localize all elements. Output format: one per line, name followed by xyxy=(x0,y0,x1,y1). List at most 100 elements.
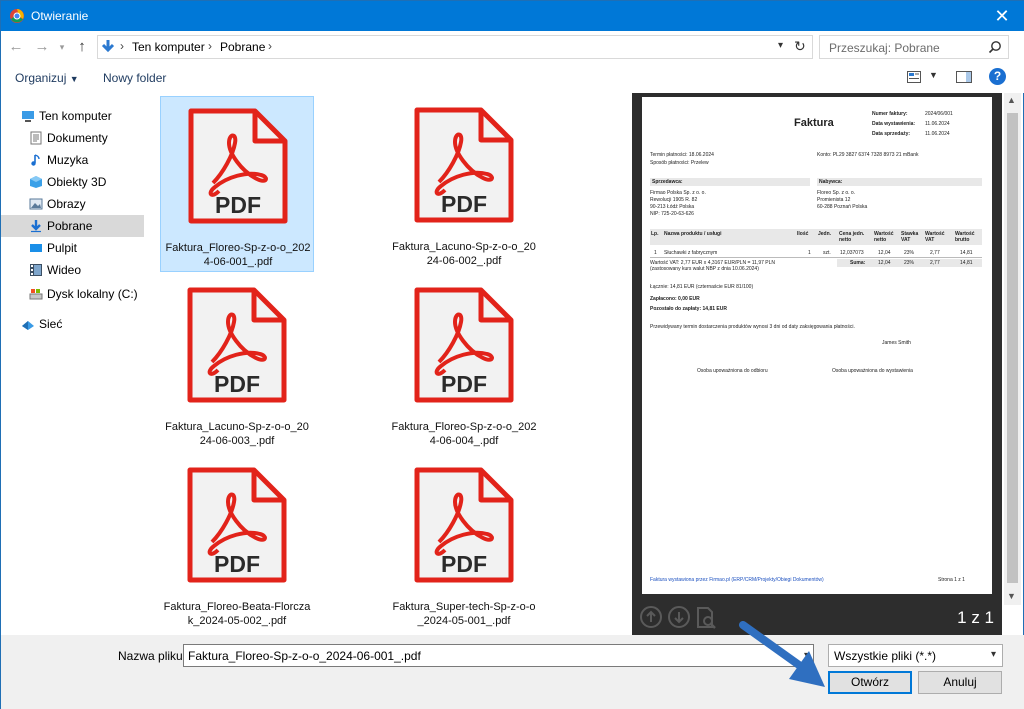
filename-field[interactable]: Faktura_Floreo-Sp-z-o-o_2024-06-001_.pdf… xyxy=(183,644,814,667)
search-box[interactable]: Przeszukaj: Pobrane xyxy=(819,35,1009,59)
sidebar-item-dokumenty[interactable]: Dokumenty xyxy=(1,127,144,149)
table-header: Lp. xyxy=(651,231,659,237)
scroll-down-icon[interactable]: ▼ xyxy=(1007,591,1016,601)
help-icon[interactable]: ? xyxy=(989,68,1006,85)
sidebar-item-wideo[interactable]: Wideo xyxy=(1,259,144,281)
signature-left-caption: Osoba upoważniona do odbioru xyxy=(697,368,768,374)
previous-page-icon[interactable] xyxy=(640,606,662,628)
documents-icon xyxy=(29,131,43,145)
pdf-label: PDF xyxy=(215,192,261,218)
file-tile[interactable]: PDF Faktura_Lacuno-Sp-z-o-o_20 24-06-002… xyxy=(387,96,541,272)
open-button[interactable]: Otwórz xyxy=(828,671,912,694)
breadcrumb-separator: › xyxy=(120,39,124,53)
address-bar[interactable]: › Ten komputer › Pobrane › ▾ ↻ xyxy=(97,35,813,59)
download-location-icon xyxy=(101,39,115,55)
annotation-arrow-icon xyxy=(739,621,829,691)
drive-icon xyxy=(29,287,43,301)
sidebar-item-label: Pobrane xyxy=(47,219,93,233)
sidebar-item-obrazy[interactable]: Obrazy xyxy=(1,193,144,215)
filetype-value: Wszystkie pliki (*.*) xyxy=(834,649,937,663)
sum-value: 14,81 xyxy=(960,260,973,266)
file-tile[interactable]: PDF Faktura_Floreo-Sp-z-o-o_202 4-06-004… xyxy=(387,276,541,452)
music-icon xyxy=(29,153,43,167)
recent-locations-chevron-icon[interactable]: ▾ xyxy=(53,37,71,57)
file-tile[interactable]: PDF Faktura_Lacuno-Sp-z-o-o_20 24-06-003… xyxy=(160,276,314,452)
sidebar-item-pobrane[interactable]: Pobrane xyxy=(1,215,144,237)
sidebar-item-ten-komputer[interactable]: Ten komputer xyxy=(1,105,144,127)
next-page-icon[interactable] xyxy=(668,606,690,628)
table-cell: 1 xyxy=(654,250,657,256)
navigation-bar: ← → ▾ ↑ › Ten komputer › Pobrane › ▾ ↻ P… xyxy=(1,31,1024,63)
sidebar-item-label: Sieć xyxy=(39,317,63,331)
dialog-footer: Nazwa pliku: Faktura_Floreo-Sp-z-o-o_202… xyxy=(1,635,1024,709)
sidebar-item-label: Wideo xyxy=(47,263,82,277)
address-dropdown-icon[interactable]: ▾ xyxy=(778,40,783,51)
invoice-title: Faktura xyxy=(794,117,834,129)
refresh-icon[interactable]: ↻ xyxy=(794,38,806,55)
seller-line: 90-213 Łódź Polska xyxy=(650,204,695,210)
seller-header: Sprzedawca: xyxy=(652,179,683,185)
find-in-page-icon[interactable] xyxy=(696,606,718,633)
search-input[interactable]: Przeszukaj: Pobrane xyxy=(829,41,940,55)
preview-scrollbar[interactable]: ▲ ▼ xyxy=(1004,93,1021,605)
signature-right-caption: Osoba upoważniona do wystawienia xyxy=(832,368,913,374)
table-header: Ilość xyxy=(797,231,809,237)
browser-app-icon xyxy=(9,8,25,24)
file-tile[interactable]: PDF Faktura_Super-tech-Sp-z-o-o _2024-05… xyxy=(387,456,541,632)
close-icon[interactable]: ✕ xyxy=(987,5,1017,27)
sidebar-item-obiekty-3d[interactable]: Obiekty 3D xyxy=(1,171,144,193)
up-arrow-icon[interactable]: ↑ xyxy=(73,37,91,57)
file-tile[interactable]: PDF Faktura_Floreo-Sp-z-o-o_202 4-06-001… xyxy=(160,96,314,272)
file-name: Faktura_Lacuno-Sp-z-o-o_20 24-06-003_.pd… xyxy=(165,421,309,447)
desktop-icon xyxy=(29,241,43,255)
command-toolbar: Organizuj ▼ Nowy folder ▼ ? xyxy=(1,63,1024,93)
sidebar-item-dysk-lokalny[interactable]: Dysk lokalny (C:) xyxy=(1,283,144,305)
buyer-line: Floreo Sp. z o. o. xyxy=(817,190,856,196)
search-icon[interactable] xyxy=(988,40,1002,57)
table-cell: Słuchawki z fabrycznym xyxy=(664,250,718,256)
forward-arrow-icon[interactable]: → xyxy=(33,37,51,57)
sidebar-item-siec[interactable]: Sieć xyxy=(1,313,144,335)
change-view-icon[interactable] xyxy=(907,71,921,86)
new-folder-button[interactable]: Nowy folder xyxy=(103,71,166,85)
table-header: Wartość VAT xyxy=(925,231,945,243)
table-header: Jedn. xyxy=(818,231,832,237)
invoice-meta-value: 2024/06/001 xyxy=(925,111,953,117)
cancel-button[interactable]: Anuluj xyxy=(918,671,1002,694)
pdf-file-icon: PDF xyxy=(182,464,290,588)
invoice-meta-label: Numer faktury: xyxy=(872,111,908,117)
sidebar-item-label: Dysk lokalny (C:) xyxy=(47,287,138,301)
sidebar-item-label: Pulpit xyxy=(47,241,78,255)
sum-value: 12,04 xyxy=(878,260,891,266)
invoice-footer-link: Faktura wystawiona przez Firmao.pl (ERP/… xyxy=(650,577,824,583)
invoice-meta-label: Data wystawienia: xyxy=(872,121,916,127)
filename-label: Nazwa pliku: xyxy=(118,649,187,663)
organize-label: Organizuj xyxy=(15,71,67,85)
3d-objects-icon xyxy=(29,175,43,189)
breadcrumb-separator: › xyxy=(208,39,212,53)
sidebar-item-muzyka[interactable]: Muzyka xyxy=(1,149,144,171)
filetype-select[interactable]: Wszystkie pliki (*.*) ▾ xyxy=(828,644,1003,667)
invoice-meta-value: 11.06.2024 xyxy=(925,121,950,127)
bank-account: Konto: PL29 3827 6374 7328 8973 21 mBank xyxy=(817,152,919,158)
pdf-label: PDF xyxy=(441,191,487,217)
pdf-file-icon: PDF xyxy=(409,104,517,228)
buyer-line: 60-288 Poznań Polska xyxy=(817,204,868,210)
table-header: Wartość netto xyxy=(874,231,894,243)
breadcrumb-pobrane[interactable]: Pobrane xyxy=(220,40,265,54)
view-options-chevron-icon[interactable]: ▼ xyxy=(929,70,938,80)
organize-menu[interactable]: Organizuj ▼ xyxy=(15,71,79,85)
scrollbar-thumb[interactable] xyxy=(1007,113,1018,583)
buyer-line: Promienista 12 xyxy=(817,197,851,203)
back-arrow-icon[interactable]: ← xyxy=(7,37,25,57)
preview-pane-icon[interactable] xyxy=(956,71,972,86)
file-tile[interactable]: PDF Faktura_Floreo-Beata-Florcza k_2024-… xyxy=(160,456,314,632)
sidebar-item-pulpit[interactable]: Pulpit xyxy=(1,237,144,259)
table-cell: szt. xyxy=(823,250,831,256)
pdf-file-icon: PDF xyxy=(409,284,517,408)
payment-method: Sposób płatności: Przelew xyxy=(650,160,709,166)
scroll-up-icon[interactable]: ▲ xyxy=(1007,95,1016,105)
breadcrumb-ten-komputer[interactable]: Ten komputer xyxy=(132,40,205,54)
invoice-meta-label: Data sprzedaży: xyxy=(872,131,911,137)
pdf-file-icon: PDF xyxy=(409,464,517,588)
